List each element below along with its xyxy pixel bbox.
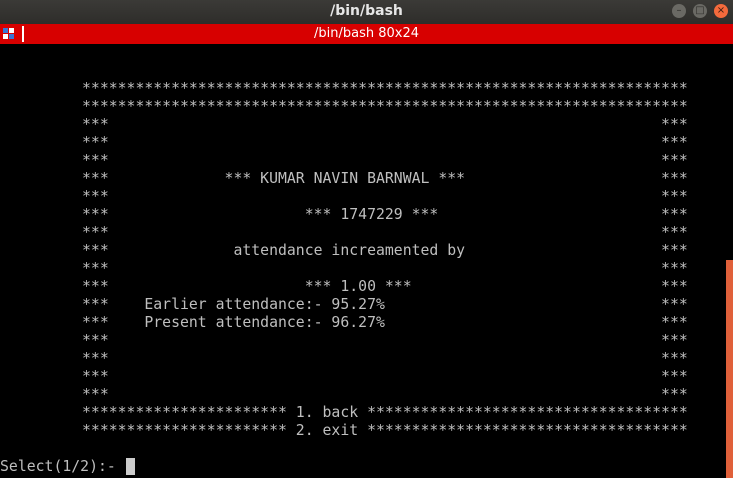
border-line: *** ***: [82, 116, 688, 133]
menu-option-back: *********************** 1. back ********…: [82, 404, 688, 421]
border-line: *** ***: [82, 188, 688, 205]
text-cursor: [126, 458, 135, 475]
menu-option-exit: *********************** 2. exit ********…: [82, 422, 688, 439]
minimize-button[interactable]: –: [672, 4, 686, 18]
border-line: *** ***: [82, 134, 688, 151]
border-line-top-1: ****************************************…: [82, 80, 688, 97]
window-title: /bin/bash: [330, 3, 403, 19]
border-line: *** ***: [82, 152, 688, 169]
increment-value-line: *** *** 1.00 *** ***: [82, 278, 688, 295]
student-id-line: *** *** 1747229 *** ***: [82, 206, 688, 223]
border-line: *** ***: [82, 350, 688, 367]
border-line: *** ***: [82, 386, 688, 403]
tab-label: /bin/bash 80x24: [313, 26, 419, 41]
terminal-tab-bar: /bin/bash 80x24: [0, 24, 733, 44]
earlier-attendance-line: *** Earlier attendance:- 95.27% ***: [82, 296, 688, 313]
close-button[interactable]: ×: [714, 4, 728, 18]
maximize-button[interactable]: □: [693, 4, 707, 18]
increment-message-line: *** attendance increamented by ***: [82, 242, 688, 259]
border-line-top-2: ****************************************…: [82, 98, 688, 115]
border-line: *** ***: [82, 368, 688, 385]
border-line: *** ***: [82, 260, 688, 277]
select-prompt: Select(1/2):-: [0, 458, 125, 475]
present-attendance-line: *** Present attendance:- 96.27% ***: [82, 314, 688, 331]
student-name-line: *** *** KUMAR NAVIN BARNWAL *** ***: [82, 170, 688, 187]
scrollbar[interactable]: [726, 260, 733, 478]
border-line: *** ***: [82, 224, 688, 241]
terminal-area[interactable]: ****************************************…: [0, 44, 726, 478]
window-titlebar[interactable]: /bin/bash – □ ×: [0, 0, 733, 24]
border-line: *** ***: [82, 332, 688, 349]
